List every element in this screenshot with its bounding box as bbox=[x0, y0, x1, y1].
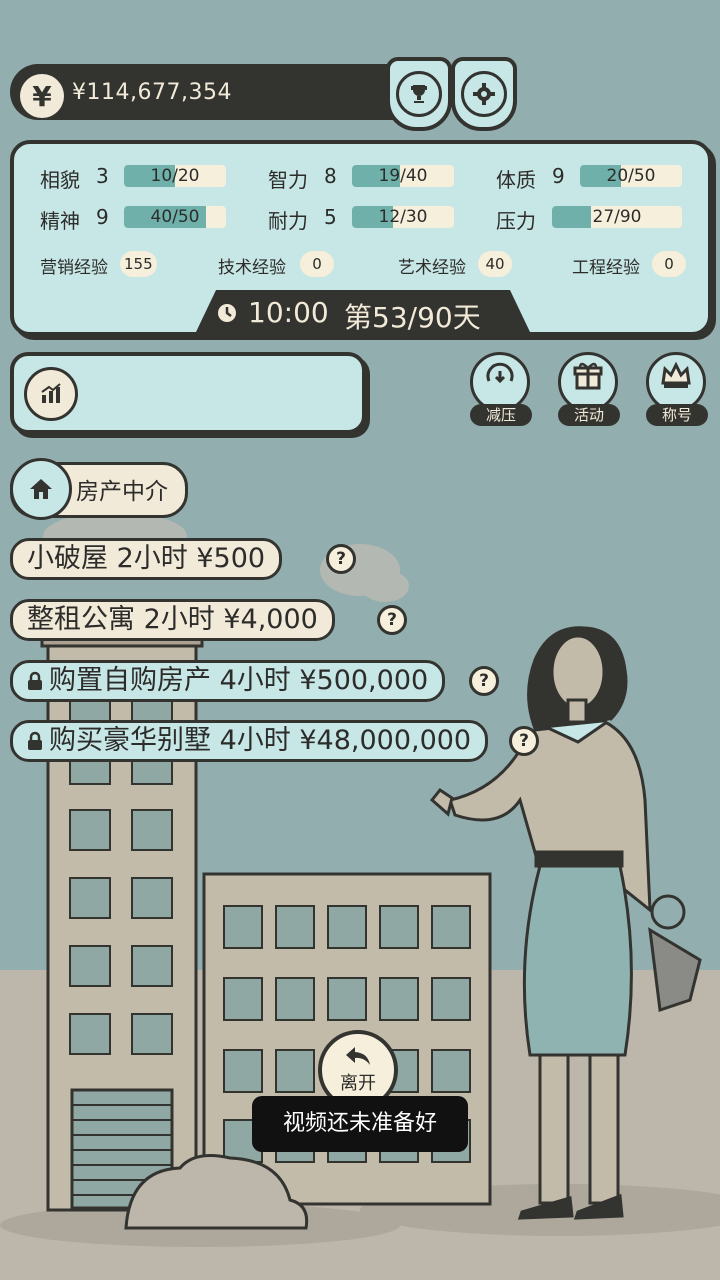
exp-label-engineering: 工程经验 bbox=[572, 258, 640, 278]
stat-bar-constitution: 20/50 bbox=[580, 165, 682, 187]
exp-value-marketing: 155 bbox=[120, 251, 157, 277]
chart-icon bbox=[41, 383, 61, 403]
trophy-icon bbox=[396, 71, 442, 117]
yen-icon: ¥ bbox=[20, 74, 64, 118]
stat-bar-spirit: 40/50 bbox=[124, 206, 226, 228]
building-window bbox=[275, 1049, 315, 1093]
stat-level-constitution: 9 bbox=[552, 164, 565, 188]
building-window bbox=[131, 945, 173, 987]
building-window bbox=[223, 905, 263, 949]
stat-bar-endurance: 12/30 bbox=[352, 206, 454, 228]
building-window bbox=[223, 977, 263, 1021]
event-button[interactable] bbox=[558, 352, 618, 412]
stat-level-intelligence: 8 bbox=[324, 164, 337, 188]
option-text: 购置自购房产 4小时 ¥500,000 bbox=[49, 665, 429, 696]
building-window bbox=[131, 809, 173, 851]
stress-relief-button[interactable] bbox=[470, 352, 530, 412]
building-window bbox=[431, 905, 471, 949]
exp-label-marketing: 营销经验 bbox=[40, 258, 108, 278]
stat-label-constitution: 体质 bbox=[496, 168, 536, 192]
help-icon[interactable]: ? bbox=[326, 544, 356, 574]
lock-icon bbox=[28, 671, 42, 690]
stat-bar-appearance: 10/20 bbox=[124, 165, 226, 187]
stat-label-spirit: 精神 bbox=[40, 209, 80, 233]
stat-label-stress: 压力 bbox=[496, 209, 536, 233]
building-window bbox=[69, 1013, 111, 1055]
location-name: 房产中介 bbox=[76, 479, 168, 505]
money-value: ¥114,677,354 bbox=[72, 80, 232, 105]
back-arrow-icon bbox=[346, 1047, 370, 1065]
event-label: 活动 bbox=[558, 404, 620, 426]
building-window bbox=[379, 977, 419, 1021]
gauge-icon bbox=[486, 362, 514, 384]
exp-value-engineering: 0 bbox=[652, 251, 686, 277]
gift-icon bbox=[573, 362, 603, 390]
exp-value-tech: 0 bbox=[300, 251, 334, 277]
leave-label: 离开 bbox=[340, 1073, 376, 1094]
house-icon bbox=[10, 458, 72, 520]
building-window bbox=[327, 905, 367, 949]
title-label: 称号 bbox=[646, 404, 708, 426]
option-text: 小破屋 2小时 ¥500 bbox=[27, 543, 266, 574]
help-icon[interactable]: ? bbox=[509, 726, 539, 756]
title-button[interactable] bbox=[646, 352, 706, 412]
help-icon[interactable]: ? bbox=[469, 666, 499, 696]
crown-icon bbox=[661, 361, 691, 388]
exp-label-tech: 技术经验 bbox=[218, 258, 286, 278]
option-own-property[interactable]: 购置自购房产 4小时 ¥500,000 bbox=[10, 660, 446, 702]
building-window bbox=[431, 1049, 471, 1093]
building-window bbox=[69, 877, 111, 919]
day-counter: 第53/90天 bbox=[344, 301, 481, 334]
building-window bbox=[275, 977, 315, 1021]
trophy-button[interactable] bbox=[386, 57, 452, 131]
option-shack[interactable]: 小破屋 2小时 ¥500 bbox=[10, 538, 283, 580]
stat-level-appearance: 3 bbox=[96, 164, 109, 188]
stat-label-appearance: 相貌 bbox=[40, 168, 80, 192]
stats-chart-button[interactable] bbox=[24, 367, 78, 421]
clock-time: 10:00 bbox=[248, 296, 329, 329]
exp-value-art: 40 bbox=[478, 251, 512, 277]
stat-label-endurance: 耐力 bbox=[268, 209, 308, 233]
exp-label-art: 艺术经验 bbox=[398, 258, 466, 278]
lock-icon bbox=[28, 731, 42, 750]
settings-button[interactable] bbox=[451, 57, 517, 131]
building-window bbox=[379, 905, 419, 949]
gear-icon bbox=[461, 71, 507, 117]
building-window bbox=[69, 945, 111, 987]
help-icon[interactable]: ? bbox=[377, 605, 407, 635]
building-window bbox=[223, 1049, 263, 1093]
building-window bbox=[69, 809, 111, 851]
option-villa[interactable]: 购买豪华别墅 4小时 ¥48,000,000 bbox=[10, 720, 489, 762]
option-text: 购买豪华别墅 4小时 ¥48,000,000 bbox=[49, 725, 472, 756]
stat-level-endurance: 5 bbox=[324, 205, 337, 229]
option-apartment[interactable]: 整租公寓 2小时 ¥4,000 bbox=[10, 599, 335, 641]
building-window bbox=[275, 905, 315, 949]
stat-level-spirit: 9 bbox=[96, 205, 109, 229]
stress-relief-label: 减压 bbox=[470, 404, 532, 426]
clock-icon bbox=[216, 302, 238, 328]
building-window bbox=[431, 977, 471, 1021]
building-window bbox=[131, 1013, 173, 1055]
stat-bar-intelligence: 19/40 bbox=[352, 165, 454, 187]
stat-bar-stress: 27/90 bbox=[552, 206, 682, 228]
option-text: 整租公寓 2小时 ¥4,000 bbox=[27, 604, 318, 635]
building-window bbox=[131, 877, 173, 919]
stat-label-intelligence: 智力 bbox=[268, 168, 308, 192]
toast-message: 视频还未准备好 bbox=[252, 1096, 468, 1152]
building-window bbox=[327, 977, 367, 1021]
